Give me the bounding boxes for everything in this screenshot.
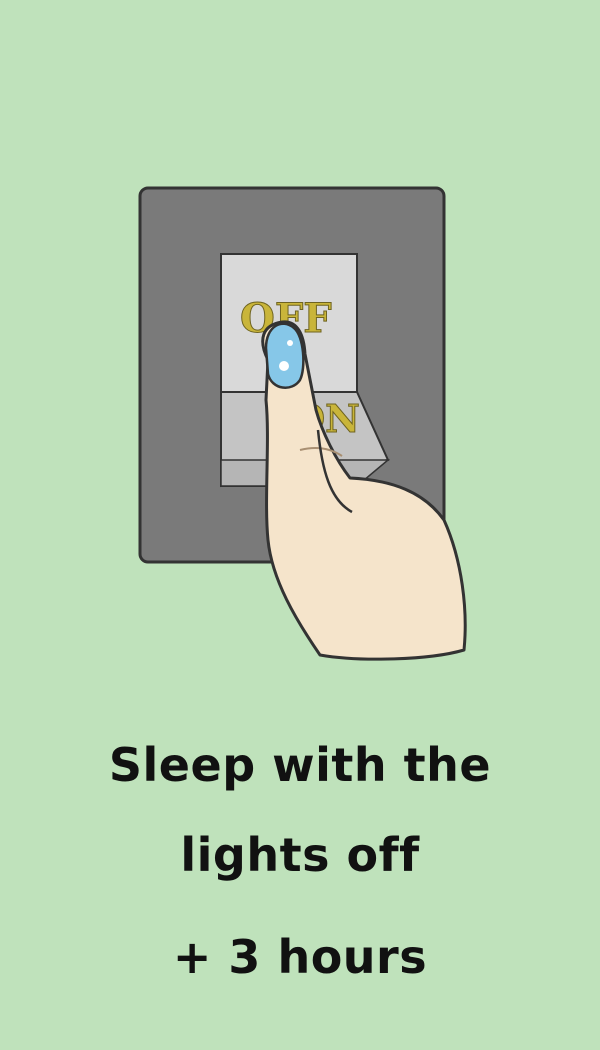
bonus-hours-text: + 3 hours xyxy=(172,930,428,984)
nail-shine-small xyxy=(287,340,293,346)
fingernail xyxy=(264,322,305,389)
caption-line-1: Sleep with the xyxy=(108,738,492,792)
caption-line-2: lights off xyxy=(180,828,420,882)
nail-shine-large xyxy=(279,361,289,371)
light-switch-illustration: OFF ON xyxy=(138,186,467,661)
